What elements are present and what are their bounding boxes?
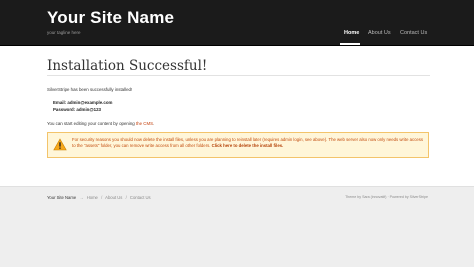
footer-breadcrumb: Your Site Name → Home / About Us / Conta…	[47, 195, 151, 200]
delete-install-files-link[interactable]: Click here to delete the install files.	[212, 143, 284, 148]
edit-instructions-suffix: .	[153, 121, 155, 126]
nav-active-indicator	[340, 43, 360, 45]
footer-link-home[interactable]: Home	[87, 195, 98, 200]
nav-item-contact-us[interactable]: Contact Us	[400, 30, 427, 36]
warning-icon	[53, 138, 67, 151]
site-header: Your Site Name your tagline here Home Ab…	[0, 0, 474, 46]
site-name[interactable]: Your Site Name	[47, 8, 174, 28]
footer-credits: Theme by Sara (innovatif) · Powered by S…	[345, 195, 428, 199]
warning-text: For security reasons you should now dele…	[72, 137, 424, 149]
title-divider	[47, 75, 430, 76]
nav-item-about-us[interactable]: About Us	[368, 30, 391, 36]
edit-instructions-text: You can start editing your content by op…	[47, 121, 135, 126]
breadcrumb-separator: /	[125, 195, 127, 200]
warning-line-1: For security reasons you should now dele…	[72, 137, 399, 142]
admin-password: Password: admin@123	[53, 107, 101, 112]
nav-item-home[interactable]: Home	[344, 30, 359, 36]
breadcrumb-arrow-icon: →	[79, 195, 84, 200]
security-warning: For security reasons you should now dele…	[47, 132, 429, 158]
main-nav: Home About Us Contact Us	[0, 30, 474, 42]
page-title: Installation Successful!	[47, 58, 208, 74]
cms-link[interactable]: the CMS	[136, 121, 153, 126]
footer-site-name[interactable]: Your Site Name	[47, 195, 76, 200]
edit-instructions: You can start editing your content by op…	[47, 121, 154, 126]
footer-link-contact-us[interactable]: Contact Us	[130, 195, 151, 200]
admin-email: Email: admin@example.com	[53, 100, 113, 105]
footer-link-about-us[interactable]: About Us	[105, 195, 122, 200]
breadcrumb-separator: /	[101, 195, 103, 200]
success-message: SilverStripe has been successfully insta…	[47, 87, 133, 92]
